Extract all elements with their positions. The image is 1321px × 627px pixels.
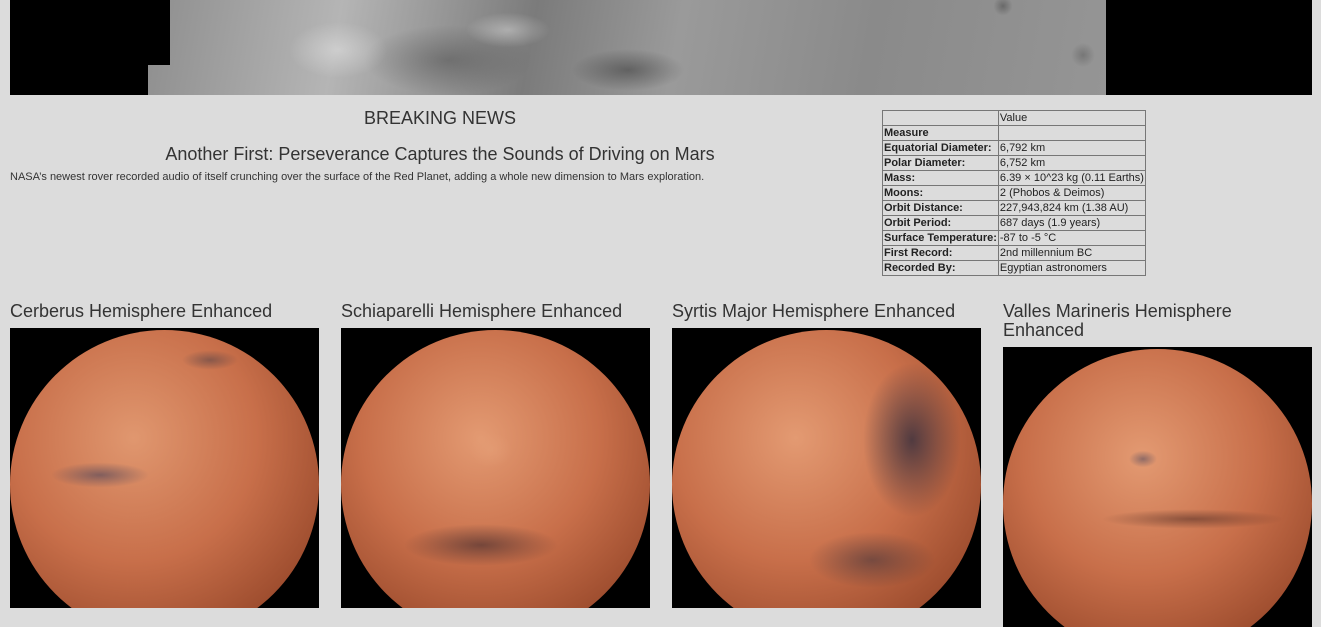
fact-label: Surface Temperature: bbox=[882, 230, 999, 246]
table-row: First Record: 2nd millennium BC bbox=[882, 245, 1146, 261]
image-edge bbox=[148, 0, 170, 65]
syrtis-major-planet-image bbox=[672, 330, 981, 608]
hemisphere-title[interactable]: Schiaparelli Hemisphere Enhanced bbox=[341, 302, 650, 321]
featured-image-banner bbox=[10, 0, 1312, 95]
valles-marineris-planet-image bbox=[1003, 349, 1312, 627]
hemisphere-title[interactable]: Syrtis Major Hemisphere Enhanced bbox=[672, 302, 981, 321]
hemispheres-gallery: Cerberus Hemisphere Enhanced Schiaparell… bbox=[10, 300, 1312, 627]
fact-label: Recorded By: bbox=[882, 260, 999, 276]
facts-header-label bbox=[882, 110, 999, 126]
hemisphere-title[interactable]: Cerberus Hemisphere Enhanced bbox=[10, 302, 319, 321]
hemisphere-image[interactable] bbox=[672, 328, 981, 608]
fact-label: Equatorial Diameter: bbox=[882, 140, 999, 156]
fact-value: 687 days (1.9 years) bbox=[997, 215, 1146, 231]
table-row: Equatorial Diameter: 6,792 km bbox=[882, 140, 1146, 156]
table-row: Surface Temperature: -87 to -5 °C bbox=[882, 230, 1146, 246]
news-section: BREAKING NEWS Another First: Perseveranc… bbox=[10, 108, 870, 183]
fact-label: Mass: bbox=[882, 170, 999, 186]
facts-header-value: Value bbox=[997, 110, 1146, 126]
news-paragraph: NASA’s newest rover recorded audio of it… bbox=[10, 171, 705, 183]
facts-subheader-label: Measure bbox=[882, 125, 999, 141]
schiaparelli-planet-image bbox=[341, 330, 650, 608]
fact-value: 2 (Phobos & Deimos) bbox=[997, 185, 1146, 201]
fact-value: 6,792 km bbox=[997, 140, 1146, 156]
fact-label: Polar Diameter: bbox=[882, 155, 999, 171]
fact-label: First Record: bbox=[882, 245, 999, 261]
fact-value: -87 to -5 °C bbox=[997, 230, 1146, 246]
fact-label: Moons: bbox=[882, 185, 999, 201]
facts-subheader-value bbox=[997, 125, 1146, 141]
fact-value: 6.39 × 10^23 kg (0.11 Earths) bbox=[997, 170, 1146, 186]
mars-facts-table: Value Measure Equatorial Diameter: 6,792… bbox=[882, 110, 1146, 276]
featured-mars-image bbox=[148, 0, 1106, 95]
cerberus-planet-image bbox=[10, 330, 319, 608]
table-row: Recorded By: Egyptian astronomers bbox=[882, 260, 1146, 276]
news-title: Another First: Perseverance Captures the… bbox=[165, 144, 715, 164]
fact-label: Orbit Period: bbox=[882, 215, 999, 231]
table-row: Orbit Distance: 227,943,824 km (1.38 AU) bbox=[882, 200, 1146, 216]
fact-value: 6,752 km bbox=[997, 155, 1146, 171]
hemisphere-image[interactable] bbox=[10, 328, 319, 608]
hemisphere-image[interactable] bbox=[1003, 347, 1312, 627]
table-row: Moons: 2 (Phobos & Deimos) bbox=[882, 185, 1146, 201]
breaking-news-heading: BREAKING NEWS bbox=[363, 108, 517, 128]
fact-label: Orbit Distance: bbox=[882, 200, 999, 216]
fact-value: 2nd millennium BC bbox=[997, 245, 1146, 261]
hemisphere-image[interactable] bbox=[341, 328, 650, 608]
table-row: Orbit Period: 687 days (1.9 years) bbox=[882, 215, 1146, 231]
fact-value: Egyptian astronomers bbox=[997, 260, 1146, 276]
facts-header-row: Value bbox=[882, 110, 1146, 126]
facts-subheader-row: Measure bbox=[882, 125, 1146, 141]
hemisphere-title[interactable]: Valles Marineris Hemisphere Enhanced bbox=[1003, 302, 1312, 340]
fact-value: 227,943,824 km (1.38 AU) bbox=[997, 200, 1146, 216]
table-row: Polar Diameter: 6,752 km bbox=[882, 155, 1146, 171]
table-row: Mass: 6.39 × 10^23 kg (0.11 Earths) bbox=[882, 170, 1146, 186]
